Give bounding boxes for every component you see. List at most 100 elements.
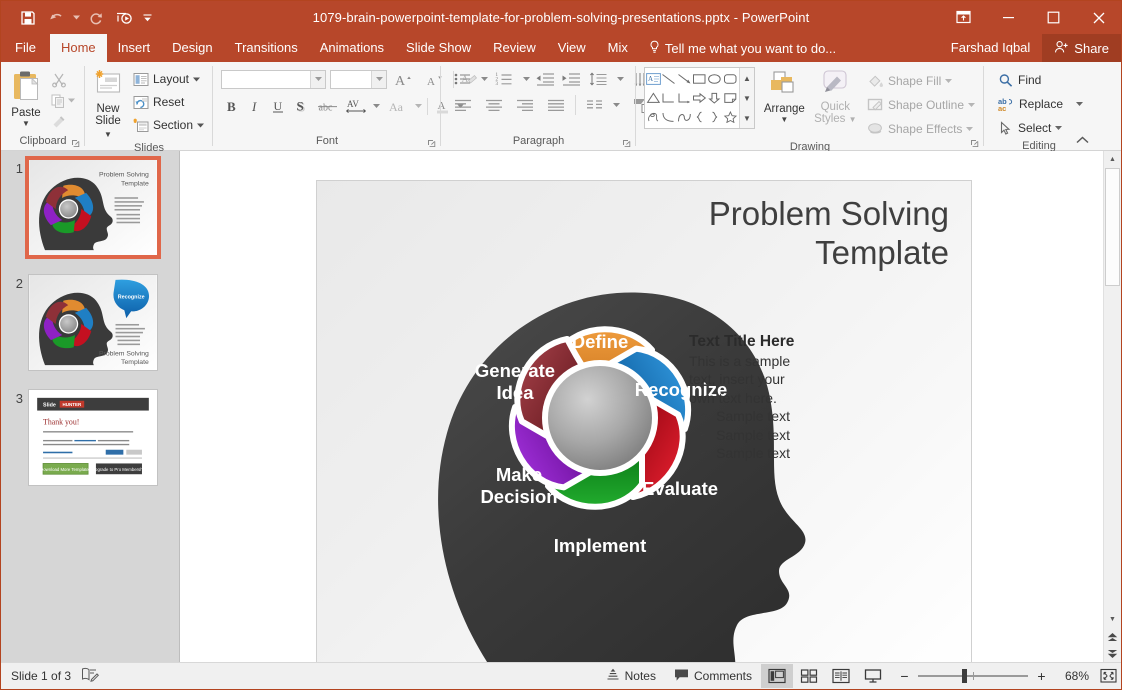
slide-title[interactable]: Problem Solving Template <box>619 195 949 273</box>
font-size-input[interactable] <box>330 70 387 89</box>
align-right-button[interactable] <box>510 95 540 116</box>
view-slide-show-button[interactable] <box>857 664 889 688</box>
arrange-dropdown-icon[interactable]: ▼ <box>780 116 788 123</box>
notes-button[interactable]: Notes <box>597 665 665 687</box>
shape-line[interactable] <box>661 69 676 88</box>
font-size-dropdown-icon[interactable] <box>371 71 386 88</box>
slide-canvas[interactable]: Define Recognize Evaluate Implement Make… <box>317 181 971 662</box>
paste-button[interactable]: Paste ▼ <box>6 67 46 127</box>
italic-button[interactable]: I <box>244 96 266 117</box>
shape-left-brace[interactable] <box>692 108 707 127</box>
user-account-name[interactable]: Farshad Iqbal <box>939 34 1043 62</box>
shapes-gallery[interactable]: A <box>644 67 755 129</box>
change-case-button[interactable]: Aa <box>382 96 412 117</box>
shape-folded-corner[interactable] <box>723 88 738 107</box>
quick-styles-dropdown-icon[interactable]: ▼ <box>849 115 857 124</box>
tab-file[interactable]: File <box>1 34 50 62</box>
cut-button[interactable] <box>48 69 70 90</box>
shape-rectangle[interactable] <box>692 69 707 88</box>
shapes-more-icon[interactable]: ▼ <box>740 109 753 127</box>
decrease-indent-button[interactable] <box>532 69 557 90</box>
shape-star[interactable] <box>723 108 738 127</box>
font-name-input[interactable] <box>221 70 326 89</box>
shape-outline-button[interactable]: Shape Outline <box>863 94 979 116</box>
zoom-level-label[interactable]: 68% <box>1057 669 1095 683</box>
close-icon[interactable] <box>1076 1 1121 34</box>
shape-elbow-arrow-connector[interactable] <box>677 88 692 107</box>
slide-thumbnail-1[interactable]: Problem Solving Template <box>28 159 158 256</box>
copy-button[interactable] <box>48 90 80 111</box>
shape-arc[interactable] <box>677 108 692 127</box>
columns-dropdown-icon[interactable] <box>611 95 621 116</box>
shapes-scroll-down-icon[interactable]: ▼ <box>740 89 753 107</box>
text-shadow-button[interactable]: SS <box>290 96 312 117</box>
zoom-slider-thumb[interactable] <box>962 669 967 683</box>
reset-button[interactable]: Reset <box>129 91 208 113</box>
redo-icon[interactable] <box>83 6 109 30</box>
replace-button[interactable]: abac Replace <box>994 93 1087 115</box>
slide-thumbnail-item-3[interactable]: 3 Slide HUNTER Thank you! <box>1 371 179 486</box>
font-name-dropdown-icon[interactable] <box>310 71 325 88</box>
shapes-scroll-up-icon[interactable]: ▲ <box>740 69 753 87</box>
shape-right-brace[interactable] <box>707 108 722 127</box>
slide-editing-pane[interactable]: Define Recognize Evaluate Implement Make… <box>180 151 1103 662</box>
format-painter-button[interactable] <box>48 111 70 132</box>
shape-down-arrow[interactable] <box>707 88 722 107</box>
slide-thumbnail-3[interactable]: Slide HUNTER Thank you! <box>28 389 158 486</box>
slide-thumbnail-2[interactable]: Recognize Problem Solving Template <box>28 274 158 371</box>
collapse-ribbon-button[interactable] <box>1074 133 1090 147</box>
slide-thumbnail-pane[interactable]: 1 <box>1 151 180 662</box>
save-icon[interactable] <box>15 6 41 30</box>
slide-body-text[interactable]: Text Title Here This is a sample text, i… <box>689 333 869 463</box>
shape-arrow[interactable] <box>677 69 692 88</box>
minimize-icon[interactable] <box>986 1 1031 34</box>
shape-effects-button[interactable]: Shape Effects <box>863 118 979 140</box>
undo-icon[interactable] <box>43 6 69 30</box>
previous-slide-icon[interactable] <box>1104 628 1121 645</box>
slide-thumbnail-item-2[interactable]: 2 <box>1 256 179 371</box>
maximize-icon[interactable] <box>1031 1 1076 34</box>
undo-dropdown-icon[interactable] <box>71 6 81 30</box>
shape-text-box[interactable]: A <box>646 69 661 88</box>
tab-mix[interactable]: Mix <box>597 34 639 62</box>
slide-thumbnail-item-1[interactable]: 1 <box>1 151 179 256</box>
tab-slide-show[interactable]: Slide Show <box>395 34 482 62</box>
scroll-up-icon[interactable]: ▲ <box>1104 151 1121 168</box>
layout-button[interactable]: Layout <box>129 68 208 90</box>
font-dialog-launcher[interactable] <box>426 138 437 149</box>
numbering-button[interactable]: 123 <box>490 69 520 90</box>
clipboard-dialog-launcher[interactable] <box>70 138 81 149</box>
ribbon-display-options-icon[interactable] <box>941 1 986 34</box>
tab-home[interactable]: Home <box>50 34 107 62</box>
comments-button[interactable]: Comments <box>665 665 761 687</box>
strikethrough-button[interactable]: abc <box>313 96 343 117</box>
line-spacing-button[interactable] <box>584 69 614 90</box>
zoom-control[interactable]: − + <box>889 667 1057 685</box>
underline-button[interactable]: U <box>267 96 289 117</box>
paragraph-dialog-launcher[interactable] <box>621 138 632 149</box>
scrollbar-track[interactable] <box>1104 168 1121 611</box>
align-left-button[interactable] <box>448 95 478 116</box>
vertical-scrollbar[interactable]: ▲ ▼ <box>1103 151 1121 662</box>
change-case-dropdown-icon[interactable] <box>413 96 423 117</box>
new-slide-dropdown-icon[interactable]: ▼ <box>104 130 112 139</box>
columns-button[interactable] <box>580 95 610 116</box>
tab-view[interactable]: View <box>547 34 597 62</box>
tab-transitions[interactable]: Transitions <box>224 34 309 62</box>
shape-triangle[interactable] <box>646 88 661 107</box>
bold-button[interactable]: B <box>221 96 243 117</box>
character-spacing-dropdown-icon[interactable] <box>371 96 381 117</box>
increase-indent-button[interactable] <box>558 69 583 90</box>
next-slide-icon[interactable] <box>1104 645 1121 662</box>
tell-me-search[interactable]: Tell me what you want to do... <box>639 34 846 62</box>
tab-insert[interactable]: Insert <box>107 34 162 62</box>
view-normal-button[interactable] <box>761 664 793 688</box>
line-spacing-dropdown-icon[interactable] <box>615 69 625 90</box>
zoom-out-button[interactable]: − <box>897 667 912 685</box>
paste-dropdown-icon[interactable]: ▼ <box>22 120 30 127</box>
character-spacing-button[interactable]: AV <box>344 96 370 117</box>
section-button[interactable]: Section <box>129 114 208 136</box>
bullets-button[interactable] <box>448 69 478 90</box>
new-slide-button[interactable]: New Slide ▼ <box>90 67 126 141</box>
scroll-down-icon[interactable]: ▼ <box>1104 611 1121 628</box>
